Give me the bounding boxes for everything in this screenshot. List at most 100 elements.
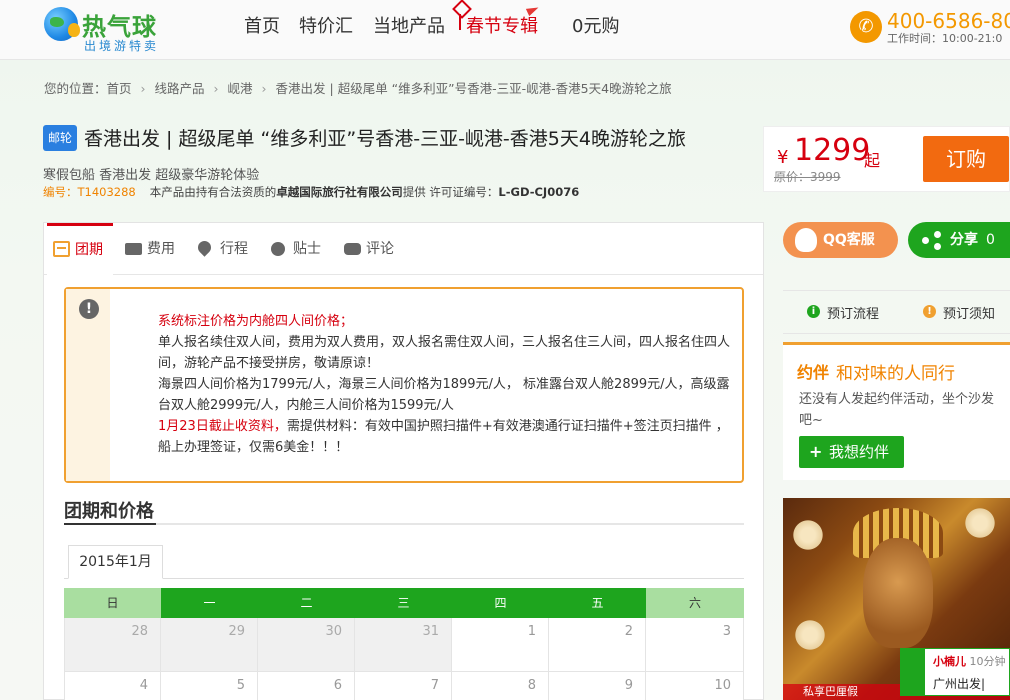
share-count: 0: [986, 232, 995, 248]
price-amount: 1299: [794, 133, 871, 168]
logo-subtitle: 出境游特卖: [84, 39, 160, 53]
nav-spring-festival[interactable]: 春节专辑: [459, 3, 541, 38]
nav-spring-festival-label: 春节专辑: [466, 16, 538, 37]
phone-icon: ✆: [850, 11, 882, 43]
share-button[interactable]: 分享 0: [908, 222, 1010, 258]
detail-tabs: 团期 费用 行程 贴士 评论: [44, 223, 763, 275]
partner-title: 和对味的人同行: [836, 364, 955, 384]
cruise-tag: 邮轮: [43, 125, 77, 151]
notice-text: 系统标注价格为内舱四人间价格； 单人报名续住双人间，费用为双人费用，双人报名需住…: [158, 311, 738, 458]
provider-suffix: 提供 许可证编号：: [402, 185, 499, 199]
price-currency: ¥: [777, 147, 789, 168]
find-partner-button[interactable]: + 我想约伴: [799, 436, 904, 468]
chat-popup[interactable]: 小楠儿 10分钟 广州出发|: [900, 648, 1010, 696]
pushpin-icon: [271, 242, 285, 256]
notice-line-deadline: 1月23日截止收资料，需提供材料：有效中国护照扫描件+有效港澳通行证扫描件+签注…: [158, 416, 738, 458]
site-logo[interactable]: 热气球 出境游特卖: [44, 7, 169, 53]
comment-icon: [344, 243, 361, 255]
nav-local-products[interactable]: 当地产品: [373, 12, 445, 38]
partner-logo: 约伴: [797, 363, 830, 382]
tab-tips[interactable]: 贴士: [265, 223, 321, 275]
section-divider: [64, 523, 744, 525]
chat-user: 小楠儿 10分钟: [933, 653, 1006, 669]
calendar-day[interactable]: 7: [355, 672, 452, 700]
booking-flow-label: 预订流程: [827, 307, 880, 322]
plus-icon: +: [809, 442, 823, 461]
nav-home[interactable]: 首页: [244, 12, 280, 38]
product-detail-panel: 团期 费用 行程 贴士 评论 ! 系统标注价格为内舱四人间价格； 单人报名续住双…: [43, 222, 764, 700]
frangipani-shape: [793, 618, 827, 652]
tab-itinerary[interactable]: 行程: [192, 223, 248, 275]
original-price: 原价：3999: [774, 170, 841, 184]
product-code: 编号：T1403288: [43, 185, 136, 199]
license-number: L-GD-CJ0076: [498, 185, 580, 199]
warning-icon: !: [923, 305, 936, 318]
qq-penguin-icon: [795, 228, 817, 252]
chat-popup-bar: [901, 649, 925, 695]
calendar-day[interactable]: 2: [549, 618, 646, 672]
info-icon: i: [807, 305, 820, 318]
weekday-fri: 五: [549, 588, 646, 618]
notice-line-rooming: 单人报名续住双人间，费用为双人费用，双人报名需住双人间，三人报名住三人间，四人报…: [158, 335, 731, 371]
booking-flow-link[interactable]: i 预订流程: [805, 303, 879, 322]
breadcrumb-chevron-icon: ›: [261, 81, 267, 96]
calendar-day[interactable]: 9: [549, 672, 646, 700]
qq-service-button[interactable]: QQ客服: [783, 222, 898, 258]
calendar-day[interactable]: 6: [258, 672, 355, 700]
month-tab[interactable]: 2015年1月: [68, 545, 163, 579]
calendar-day[interactable]: 3: [646, 618, 744, 672]
calendar-day[interactable]: 1: [452, 618, 549, 672]
notice-line-price: 系统标注价格为内舱四人间价格；: [158, 314, 354, 329]
wallet-icon: [125, 243, 142, 255]
share-icon: [922, 231, 942, 250]
tab-label: 行程: [220, 241, 248, 257]
frangipani-shape: [791, 518, 825, 552]
breadcrumb-chevron-icon: ›: [140, 81, 146, 96]
notice-deadline: 1月23日截止收资料，: [158, 419, 287, 434]
month-tab-divider: [64, 578, 744, 579]
calendar-day[interactable]: 5: [161, 672, 258, 700]
travel-partner-card: 约伴 和对味的人同行 还没有人发起约伴活动，坐个沙发吧~ + 我想约伴: [783, 342, 1010, 480]
hotline: ✆ 400-6586-80 工作时间：10:00-21:0: [850, 9, 1010, 49]
partner-description: 还没有人发起约伴活动，坐个沙发吧~: [799, 392, 995, 428]
weekday-sat: 六: [646, 588, 744, 618]
provider-prefix: 本产品由持有合法资质的: [149, 185, 277, 199]
tab-label: 贴士: [293, 241, 321, 257]
tab-label: 评论: [366, 241, 394, 257]
product-subtitle: 寒假包船 香港出发 超级豪华游轮体验: [43, 168, 260, 183]
balloon-icon: [68, 23, 80, 37]
price-box: ¥ 1299 起 原价：3999 订购: [763, 126, 1010, 192]
nav-deals[interactable]: 特价汇: [299, 12, 353, 38]
price-from-label: 起: [864, 151, 881, 170]
location-pin-icon: [195, 238, 214, 257]
tab-fees[interactable]: 费用: [119, 223, 175, 275]
calendar-header: 日 一 二 三 四 五 六: [64, 588, 744, 618]
tab-reviews[interactable]: 评论: [338, 223, 394, 275]
tab-label: 团期: [75, 242, 103, 258]
tab-departure-dates[interactable]: 团期: [47, 223, 113, 275]
calendar-icon: [53, 241, 70, 257]
breadcrumb-routes[interactable]: 线路产品: [155, 81, 205, 96]
qq-service-label: QQ客服: [823, 232, 875, 248]
provider-name: 卓越国际旅行社有限公司: [276, 185, 403, 199]
nav-zero-yuan[interactable]: 0元购: [572, 12, 619, 38]
calendar-day: 31: [355, 618, 452, 672]
calendar-day[interactable]: 4: [64, 672, 161, 700]
breadcrumb: 您的位置：首页 › 线路产品 › 岘港 › 香港出发 | 超级尾单 “维多利亚”号香港-三亚…: [44, 78, 672, 97]
booking-notes-label: 预订须知: [943, 307, 996, 322]
chinese-knot-icon: [453, 2, 467, 32]
notice-sidebar: !: [66, 289, 110, 481]
weekday-tue: 二: [258, 588, 355, 618]
chat-time: 10分钟: [969, 655, 1006, 668]
calendar-day: 29: [161, 618, 258, 672]
hotline-hours: 工作时间：10:00-21:0: [887, 32, 1003, 45]
calendar-day[interactable]: 8: [452, 672, 549, 700]
calendar-day[interactable]: 10: [646, 672, 744, 700]
breadcrumb-danang[interactable]: 岘港: [228, 81, 253, 96]
breadcrumb-home[interactable]: 您的位置：首页: [44, 81, 132, 96]
section-title-dates-prices: 团期和价格: [64, 501, 154, 522]
booking-notes-link[interactable]: ! 预订须知: [921, 303, 995, 322]
exclamation-icon: !: [79, 299, 99, 319]
book-button[interactable]: 订购: [923, 136, 1009, 182]
find-partner-label: 我想约伴: [829, 443, 890, 461]
